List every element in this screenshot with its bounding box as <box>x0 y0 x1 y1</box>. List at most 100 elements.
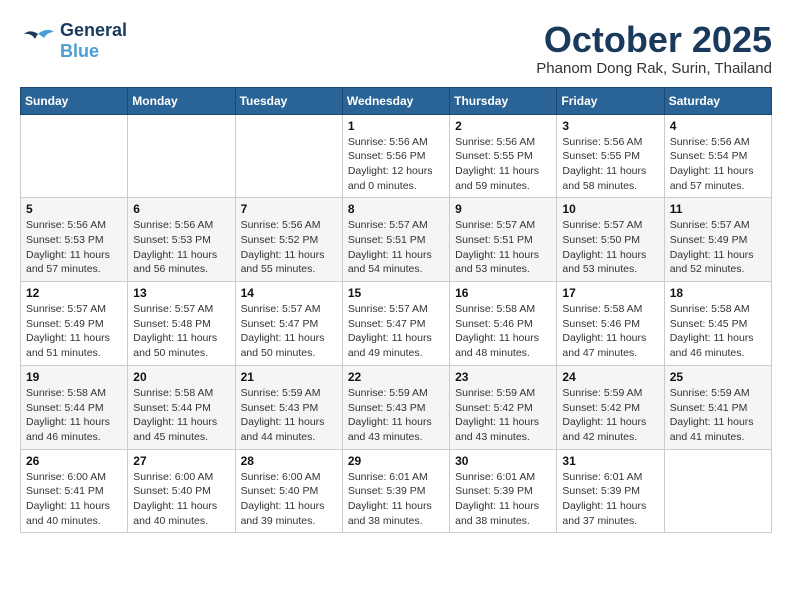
day-info: Sunrise: 5:56 AM Sunset: 5:54 PM Dayligh… <box>670 135 766 194</box>
col-tuesday: Tuesday <box>235 87 342 114</box>
table-row: 19 Sunrise: 5:58 AM Sunset: 5:44 PM Dayli… <box>21 365 128 449</box>
day-info: Sunrise: 5:58 AM Sunset: 5:45 PM Dayligh… <box>670 302 766 361</box>
calendar-header-row: Sunday Monday Tuesday Wednesday Thursday… <box>21 87 772 114</box>
day-info: Sunrise: 5:59 AM Sunset: 5:43 PM Dayligh… <box>348 386 444 445</box>
table-row: 25 Sunrise: 5:59 AM Sunset: 5:41 PM Dayli… <box>664 365 771 449</box>
day-number: 4 <box>670 119 766 133</box>
day-number: 17 <box>562 286 658 300</box>
day-number: 25 <box>670 370 766 384</box>
day-info: Sunrise: 6:01 AM Sunset: 5:39 PM Dayligh… <box>455 470 551 529</box>
logo: General Blue <box>20 20 127 62</box>
table-row: 9Sunrise: 5:57 AM Sunset: 5:51 PM Daylig… <box>450 198 557 282</box>
table-row <box>21 114 128 198</box>
day-info: Sunrise: 6:00 AM Sunset: 5:40 PM Dayligh… <box>241 470 337 529</box>
day-number: 16 <box>455 286 551 300</box>
day-number: 15 <box>348 286 444 300</box>
day-info: Sunrise: 5:59 AM Sunset: 5:41 PM Dayligh… <box>670 386 766 445</box>
day-info: Sunrise: 5:56 AM Sunset: 5:56 PM Dayligh… <box>348 135 444 194</box>
day-info: Sunrise: 5:58 AM Sunset: 5:44 PM Dayligh… <box>26 386 122 445</box>
day-number: 20 <box>133 370 229 384</box>
day-number: 10 <box>562 202 658 216</box>
day-info: Sunrise: 6:00 AM Sunset: 5:41 PM Dayligh… <box>26 470 122 529</box>
table-row: 4 Sunrise: 5:56 AM Sunset: 5:54 PM Daylig… <box>664 114 771 198</box>
day-info: Sunrise: 5:56 AM Sunset: 5:55 PM Dayligh… <box>455 135 551 194</box>
day-number: 30 <box>455 454 551 468</box>
day-info: Sunrise: 5:58 AM Sunset: 5:44 PM Dayligh… <box>133 386 229 445</box>
calendar-week-4: 19 Sunrise: 5:58 AM Sunset: 5:44 PM Dayli… <box>21 365 772 449</box>
table-row: 1 Sunrise: 5:56 AM Sunset: 5:56 PM Daylig… <box>342 114 449 198</box>
day-info: Sunrise: 5:57 AM Sunset: 5:49 PM Dayligh… <box>670 218 766 277</box>
table-row: 14 Sunrise: 5:57 AM Sunset: 5:47 PM Dayli… <box>235 282 342 366</box>
table-row <box>128 114 235 198</box>
day-number: 18 <box>670 286 766 300</box>
day-number: 29 <box>348 454 444 468</box>
table-row: 29 Sunrise: 6:01 AM Sunset: 5:39 PM Dayli… <box>342 449 449 533</box>
day-number: 24 <box>562 370 658 384</box>
table-row: 8 Sunrise: 5:57 AM Sunset: 5:51 PM Daylig… <box>342 198 449 282</box>
table-row <box>235 114 342 198</box>
day-info: Sunrise: 5:57 AM Sunset: 5:48 PM Dayligh… <box>133 302 229 361</box>
day-number: 27 <box>133 454 229 468</box>
table-row: 16Sunrise: 5:58 AM Sunset: 5:46 PM Dayli… <box>450 282 557 366</box>
day-info: Sunrise: 5:59 AM Sunset: 5:42 PM Dayligh… <box>455 386 551 445</box>
day-info: Sunrise: 5:57 AM Sunset: 5:47 PM Dayligh… <box>348 302 444 361</box>
day-number: 8 <box>348 202 444 216</box>
table-row: 11Sunrise: 5:57 AM Sunset: 5:49 PM Dayli… <box>664 198 771 282</box>
calendar-week-1: 1 Sunrise: 5:56 AM Sunset: 5:56 PM Daylig… <box>21 114 772 198</box>
col-friday: Friday <box>557 87 664 114</box>
title-block: October 2025 Phanom Dong Rak, Surin, Tha… <box>536 20 772 77</box>
table-row: 31 Sunrise: 6:01 AM Sunset: 5:39 PM Dayli… <box>557 449 664 533</box>
day-number: 6 <box>133 202 229 216</box>
day-info: Sunrise: 6:00 AM Sunset: 5:40 PM Dayligh… <box>133 470 229 529</box>
table-row: 12Sunrise: 5:57 AM Sunset: 5:49 PM Dayli… <box>21 282 128 366</box>
day-number: 22 <box>348 370 444 384</box>
table-row: 2 Sunrise: 5:56 AM Sunset: 5:55 PM Daylig… <box>450 114 557 198</box>
day-number: 14 <box>241 286 337 300</box>
table-row: 20 Sunrise: 5:58 AM Sunset: 5:44 PM Dayli… <box>128 365 235 449</box>
table-row: 21 Sunrise: 5:59 AM Sunset: 5:43 PM Dayli… <box>235 365 342 449</box>
day-info: Sunrise: 5:57 AM Sunset: 5:47 PM Dayligh… <box>241 302 337 361</box>
table-row: 23 Sunrise: 5:59 AM Sunset: 5:42 PM Dayli… <box>450 365 557 449</box>
day-info: Sunrise: 5:57 AM Sunset: 5:49 PM Dayligh… <box>26 302 122 361</box>
table-row: 30 Sunrise: 6:01 AM Sunset: 5:39 PM Dayli… <box>450 449 557 533</box>
day-info: Sunrise: 5:56 AM Sunset: 5:55 PM Dayligh… <box>562 135 658 194</box>
table-row: 24Sunrise: 5:59 AM Sunset: 5:42 PM Dayli… <box>557 365 664 449</box>
calendar-table: Sunday Monday Tuesday Wednesday Thursday… <box>20 87 772 534</box>
day-info: Sunrise: 5:59 AM Sunset: 5:43 PM Dayligh… <box>241 386 337 445</box>
table-row: 13Sunrise: 5:57 AM Sunset: 5:48 PM Dayli… <box>128 282 235 366</box>
day-number: 5 <box>26 202 122 216</box>
day-number: 19 <box>26 370 122 384</box>
day-number: 21 <box>241 370 337 384</box>
day-number: 2 <box>455 119 551 133</box>
logo-text: General Blue <box>60 20 127 62</box>
day-info: Sunrise: 5:56 AM Sunset: 5:53 PM Dayligh… <box>133 218 229 277</box>
table-row: 5Sunrise: 5:56 AM Sunset: 5:53 PM Daylig… <box>21 198 128 282</box>
page-header: General Blue October 2025 Phanom Dong Ra… <box>20 20 772 77</box>
table-row: 28Sunrise: 6:00 AM Sunset: 5:40 PM Dayli… <box>235 449 342 533</box>
table-row: 10 Sunrise: 5:57 AM Sunset: 5:50 PM Dayli… <box>557 198 664 282</box>
day-number: 1 <box>348 119 444 133</box>
table-row: 15 Sunrise: 5:57 AM Sunset: 5:47 PM Dayli… <box>342 282 449 366</box>
day-info: Sunrise: 5:57 AM Sunset: 5:50 PM Dayligh… <box>562 218 658 277</box>
calendar-week-2: 5 Sunrise: 5:56 AM Sunset: 5:53 PM Daylig… <box>21 198 772 282</box>
col-thursday: Thursday <box>450 87 557 114</box>
day-info: Sunrise: 5:57 AM Sunset: 5:51 PM Dayligh… <box>348 218 444 277</box>
logo-icon <box>20 26 56 56</box>
table-row: 22 Sunrise: 5:59 AM Sunset: 5:43 PM Dayli… <box>342 365 449 449</box>
day-number: 3 <box>562 119 658 133</box>
table-row: 3 Sunrise: 5:56 AM Sunset: 5:55 PM Daylig… <box>557 114 664 198</box>
table-row <box>664 449 771 533</box>
day-info: Sunrise: 5:57 AM Sunset: 5:51 PM Dayligh… <box>455 218 551 277</box>
day-number: 31 <box>562 454 658 468</box>
table-row: 7Sunrise: 5:56 AM Sunset: 5:52 PM Daylig… <box>235 198 342 282</box>
day-number: 23 <box>455 370 551 384</box>
table-row: 27 Sunrise: 6:00 AM Sunset: 5:40 PM Dayli… <box>128 449 235 533</box>
calendar-week-5: 26Sunrise: 6:00 AM Sunset: 5:41 PM Dayli… <box>21 449 772 533</box>
day-info: Sunrise: 5:58 AM Sunset: 5:46 PM Dayligh… <box>562 302 658 361</box>
day-info: Sunrise: 5:56 AM Sunset: 5:52 PM Dayligh… <box>241 218 337 277</box>
col-saturday: Saturday <box>664 87 771 114</box>
day-info: Sunrise: 6:01 AM Sunset: 5:39 PM Dayligh… <box>562 470 658 529</box>
location-subtitle: Phanom Dong Rak, Surin, Thailand <box>536 60 772 77</box>
day-info: Sunrise: 6:01 AM Sunset: 5:39 PM Dayligh… <box>348 470 444 529</box>
calendar-week-3: 12Sunrise: 5:57 AM Sunset: 5:49 PM Dayli… <box>21 282 772 366</box>
